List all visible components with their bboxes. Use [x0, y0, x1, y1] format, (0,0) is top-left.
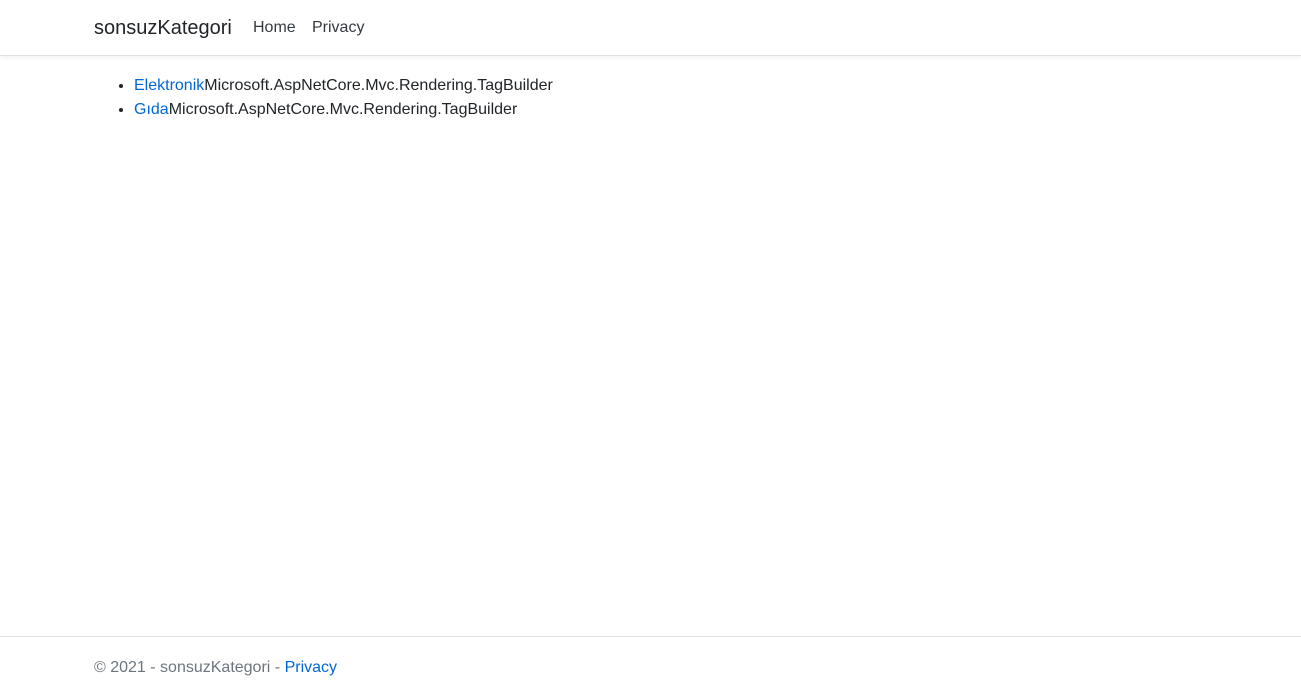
category-link-gida[interactable]: Gıda: [134, 101, 169, 118]
main-content: ElektronikMicrosoft.AspNetCore.Mvc.Rende…: [94, 74, 553, 122]
nav-link-privacy[interactable]: Privacy: [312, 18, 364, 38]
page-footer: © 2021 - sonsuzKategori - Privacy: [0, 636, 1301, 697]
list-item: ElektronikMicrosoft.AspNetCore.Mvc.Rende…: [134, 74, 553, 98]
footer-text: © 2021 - sonsuzKategori - Privacy: [94, 658, 337, 678]
top-navbar: sonsuzKategori Home Privacy: [0, 0, 1301, 56]
brand-link[interactable]: sonsuzKategori: [94, 16, 232, 40]
category-suffix-text: Microsoft.AspNetCore.Mvc.Rendering.TagBu…: [168, 101, 518, 118]
footer-privacy-link[interactable]: Privacy: [285, 659, 337, 676]
category-suffix-text: Microsoft.AspNetCore.Mvc.Rendering.TagBu…: [204, 77, 553, 94]
category-list: ElektronikMicrosoft.AspNetCore.Mvc.Rende…: [94, 74, 553, 122]
footer-copyright: © 2021 - sonsuzKategori -: [94, 659, 285, 676]
category-link-elektronik[interactable]: Elektronik: [134, 77, 204, 94]
list-item: GıdaMicrosoft.AspNetCore.Mvc.Rendering.T…: [134, 98, 553, 122]
nav-link-home[interactable]: Home: [253, 18, 296, 38]
